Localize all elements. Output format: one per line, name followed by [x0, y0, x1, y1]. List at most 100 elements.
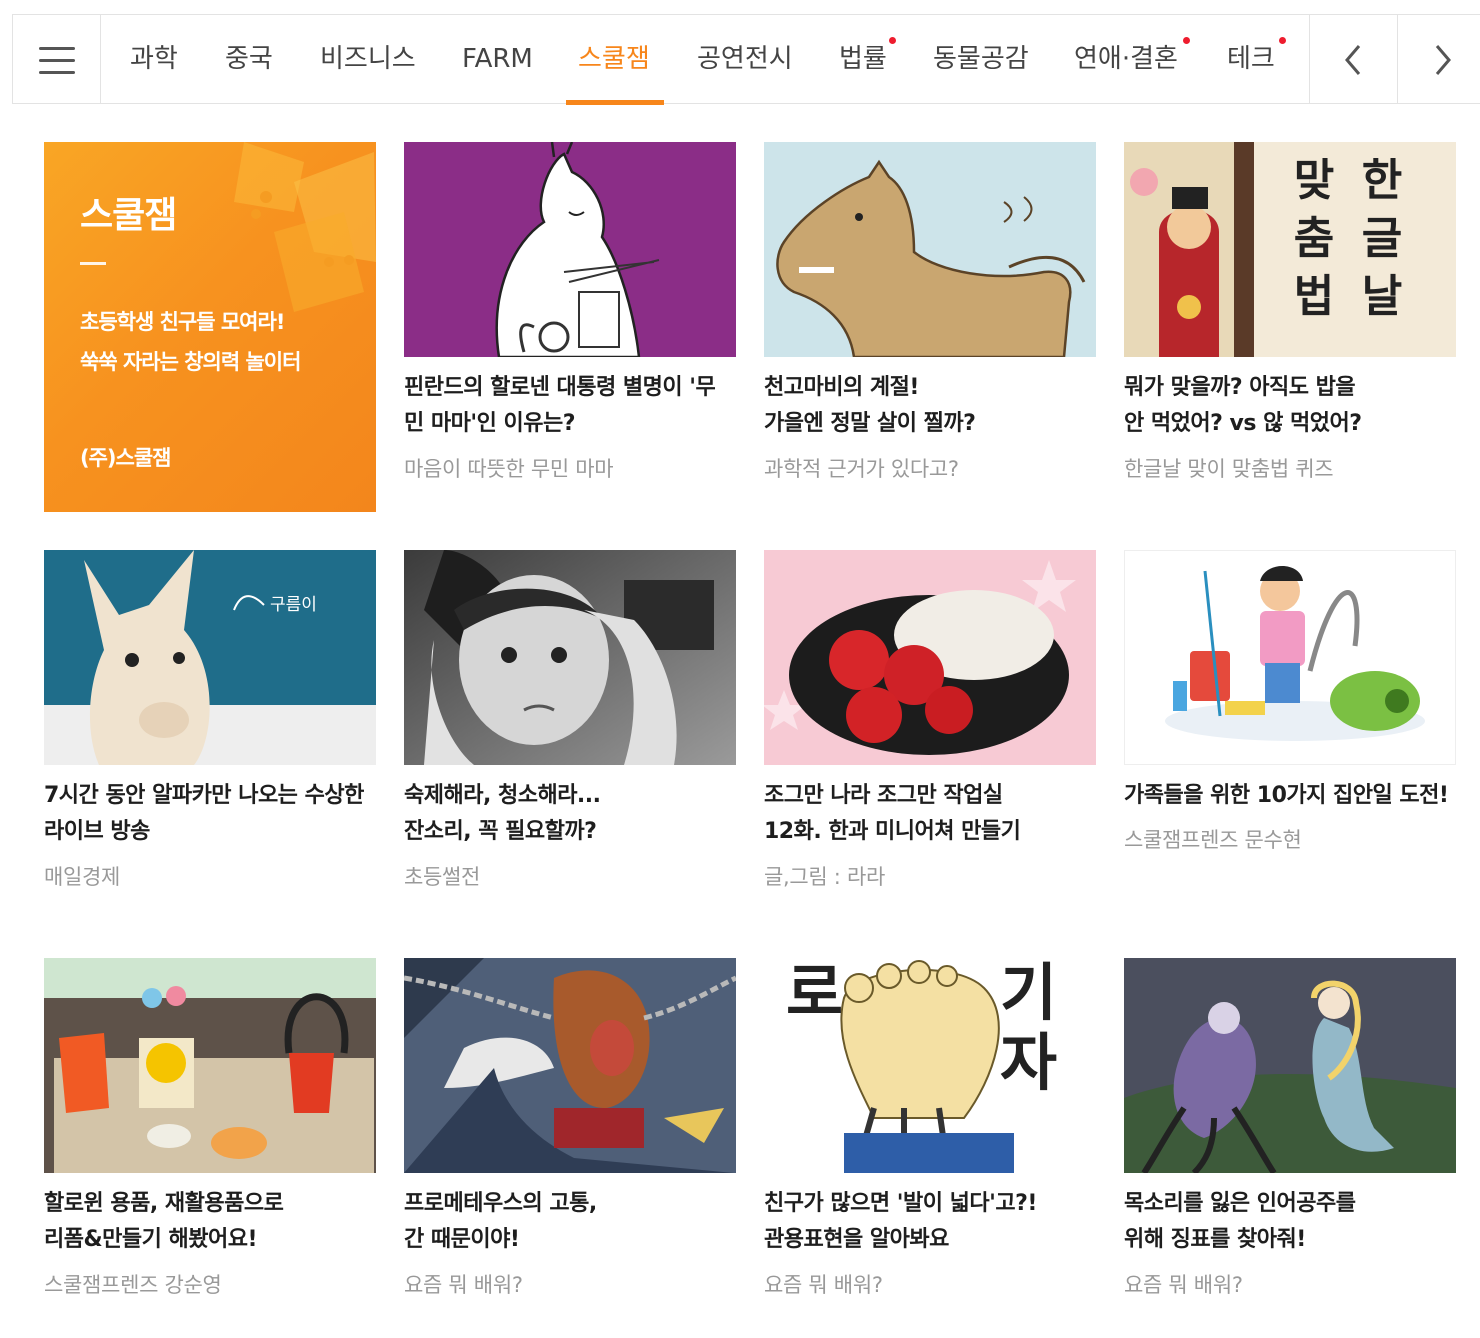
article-title-line: 목소리를 잃은 인어공주를: [1124, 1191, 1356, 1216]
alpaca-name-tag: 구름이: [270, 595, 317, 615]
article-card[interactable]: 맞춤법 한글날 뭐가 맞을까? 아직도 밥을 안 먹었어? vs 않 먹었어? …: [1124, 142, 1456, 492]
article-title-line: 가족들을 위한 10가지 집안일 도전!: [1124, 783, 1449, 808]
new-indicator-dot: [1279, 37, 1286, 44]
hangwa-photo: [764, 550, 1096, 765]
article-thumbnail[interactable]: [404, 958, 736, 1173]
article-source: 요즘 뭐 배워?: [404, 1273, 523, 1297]
article-card[interactable]: 할로윈 용품, 재활용품으로 리폼&만들기 해봤어요! 스쿨잼프렌즈 강순영: [44, 958, 376, 1308]
promo-title: 스쿨잼: [80, 195, 177, 236]
article-title[interactable]: 뭐가 맞을까? 아직도 밥을 안 먹었어? vs 않 먹었어?: [1124, 370, 1464, 442]
article-title[interactable]: 천고마비의 계절! 가을엔 정말 살이 찔까?: [764, 370, 1104, 442]
tab-tech[interactable]: 테크: [1227, 15, 1275, 104]
article-title[interactable]: 핀란드의 할로넨 대통령 별명이 '무 민 마마'인 이유는?: [404, 370, 744, 442]
article-source: 한글날 맞이 맞춤법 퀴즈: [1124, 457, 1334, 481]
article-title-line: 안 먹었어? vs 않 먹었어?: [1124, 411, 1362, 436]
schooljam-promo-card[interactable]: 스쿨잼 초등학생 친구들 모여라! 쑥쑥 자라는 창의력 놀이터 (주)스쿨잼: [44, 142, 376, 512]
article-title[interactable]: 목소리를 잃은 인어공주를 위해 징표를 찾아줘!: [1124, 1186, 1464, 1258]
new-indicator-dot: [889, 37, 896, 44]
prometheus-illustration: [404, 958, 736, 1173]
article-title[interactable]: 프로메테우스의 고통, 간 때문이야!: [404, 1186, 744, 1258]
article-title[interactable]: 7시간 동안 알파카만 나오는 수상한 라이브 방송: [44, 778, 384, 850]
promo-description: 초등학생 친구들 모여라! 쑥쑥 자라는 창의력 놀이터: [80, 302, 301, 382]
article-title-line: 조그만 나라 조그만 작업실: [764, 783, 1003, 808]
hamburger-icon: [39, 47, 75, 50]
mermaid-illustration: [1124, 958, 1456, 1173]
article-title-line: 간 때문이야!: [404, 1227, 520, 1252]
article-card[interactable]: 가족들을 위한 10가지 집안일 도전! 스쿨잼프렌즈 문수현: [1124, 550, 1456, 900]
article-card[interactable]: 목소리를 잃은 인어공주를 위해 징표를 찾아줘! 요즘 뭐 배워?: [1124, 958, 1456, 1308]
article-title-line: 리폼&만들기 해봤어요!: [44, 1227, 258, 1252]
article-thumbnail[interactable]: [1124, 958, 1456, 1173]
tab-business[interactable]: 비즈니스: [320, 15, 416, 104]
next-tabs-button[interactable]: [1397, 15, 1480, 104]
background-sign-text: 기자: [1000, 958, 1058, 1099]
article-source: 글,그림 : 라라: [764, 865, 886, 889]
article-thumbnail[interactable]: 맞춤법 한글날: [1124, 142, 1456, 357]
chevron-right-icon: [1435, 45, 1451, 75]
hamburger-icon: [39, 59, 75, 62]
article-title-line: 12화. 한과 미니어쳐 만들기: [764, 819, 1021, 844]
article-title-line: 라이브 방송: [44, 819, 150, 844]
article-thumbnail[interactable]: 구름이: [44, 550, 376, 765]
tab-schooljam[interactable]: 스쿨잼: [566, 15, 664, 105]
article-thumbnail[interactable]: 로 기자: [764, 958, 1096, 1173]
hangul-day-text: 한글날: [1361, 155, 1403, 322]
article-title[interactable]: 숙제해라, 청소해라... 잔소리, 꼭 필요할까?: [404, 778, 744, 850]
article-source: 스쿨잼프렌즈 강순영: [44, 1273, 222, 1297]
moomin-illustration: [495, 142, 660, 357]
chores-illustration: [1165, 566, 1425, 741]
article-card[interactable]: 로 기자 친구가 많으면 '발이 넓다'고?! 관용표현을 알아봐요 요즘 뭐 …: [764, 958, 1096, 1308]
tab-law[interactable]: 법률: [839, 15, 887, 104]
tab-performance[interactable]: 공연전시: [697, 15, 793, 104]
article-card[interactable]: 핀란드의 할로넨 대통령 별명이 '무 민 마마'인 이유는? 마음이 따뜻한 …: [404, 142, 736, 492]
menu-button[interactable]: [13, 15, 101, 104]
article-title-line: 뭐가 맞을까? 아직도 밥을: [1124, 375, 1356, 400]
article-title-line: 관용표현을 알아봐요: [764, 1227, 949, 1252]
promo-desc-line: 쑥쑥 자라는 창의력 놀이터: [80, 350, 301, 374]
article-title-line: 잔소리, 꼭 필요할까?: [404, 819, 597, 844]
article-card[interactable]: 구름이 7시간 동안 알파카만 나오는 수상한 라이브 방송 매일경제: [44, 550, 376, 900]
article-source: 매일경제: [44, 865, 121, 889]
article-title-line: 7시간 동안 알파카만 나오는 수상한: [44, 783, 364, 808]
article-thumbnail[interactable]: [44, 958, 376, 1173]
hangul-day-text: 맞춤법: [1293, 155, 1335, 322]
tab-farm[interactable]: FARM: [462, 15, 533, 104]
article-thumbnail[interactable]: [404, 550, 736, 765]
article-source: 요즘 뭐 배워?: [764, 1273, 883, 1297]
article-thumbnail[interactable]: [404, 142, 736, 357]
prev-tabs-button[interactable]: [1309, 15, 1397, 104]
article-title-line: 할로윈 용품, 재활용품으로: [44, 1191, 284, 1216]
article-source: 요즘 뭐 배워?: [1124, 1273, 1243, 1297]
article-title[interactable]: 친구가 많으면 '발이 넓다'고?! 관용표현을 알아봐요: [764, 1186, 1104, 1258]
article-title[interactable]: 가족들을 위한 10가지 집안일 도전!: [1124, 778, 1464, 814]
tab-science[interactable]: 과학: [130, 15, 178, 104]
promo-desc-line: 초등학생 친구들 모여라!: [80, 310, 285, 334]
article-thumbnail[interactable]: [764, 142, 1096, 357]
promo-company: (주)스쿨잼: [80, 446, 171, 470]
article-card[interactable]: 숙제해라, 청소해라... 잔소리, 꼭 필요할까? 초등썰전: [404, 550, 736, 900]
article-thumbnail[interactable]: [764, 550, 1096, 765]
chevron-left-icon: [1345, 45, 1361, 75]
article-title-line: 핀란드의 할로넨 대통령 별명이 '무: [404, 375, 716, 400]
article-title[interactable]: 조그만 나라 조그만 작업실 12화. 한과 미니어쳐 만들기: [764, 778, 1104, 850]
tab-love-marriage[interactable]: 연애·결혼: [1074, 15, 1178, 104]
article-source: 스쿨잼프렌즈 문수현: [1124, 828, 1302, 852]
tab-china[interactable]: 중국: [225, 15, 273, 104]
tab-animals[interactable]: 동물공감: [933, 15, 1029, 104]
article-title-line: 숙제해라, 청소해라...: [404, 783, 601, 808]
horse-illustration: [764, 142, 1096, 357]
article-title-line: 가을엔 정말 살이 찔까?: [764, 411, 976, 436]
article-source: 과학적 근거가 있다고?: [764, 457, 959, 481]
article-thumbnail[interactable]: [1124, 550, 1456, 765]
article-title-line: 민 마마'인 이유는?: [404, 411, 576, 436]
halloween-crafts-photo: [44, 958, 376, 1173]
article-title-line: 친구가 많으면 '발이 넓다'고?!: [764, 1191, 1037, 1216]
hamburger-icon: [39, 71, 75, 74]
article-card[interactable]: 프로메테우스의 고통, 간 때문이야! 요즘 뭐 배워?: [404, 958, 736, 1308]
article-title[interactable]: 할로윈 용품, 재활용품으로 리폼&만들기 해봤어요!: [44, 1186, 384, 1258]
divider: [80, 262, 106, 265]
article-card[interactable]: 조그만 나라 조그만 작업실 12화. 한과 미니어쳐 만들기 글,그림 : 라…: [764, 550, 1096, 900]
article-card[interactable]: 천고마비의 계절! 가을엔 정말 살이 찔까? 과학적 근거가 있다고?: [764, 142, 1096, 492]
article-title-line: 프로메테우스의 고통,: [404, 1191, 597, 1216]
alpaca-photo: [44, 550, 376, 765]
